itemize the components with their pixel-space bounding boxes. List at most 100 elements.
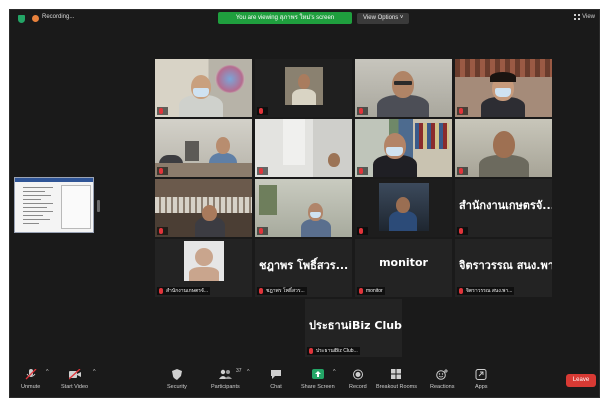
participant-name: จิตราวรรณ สนง.พา...	[457, 287, 515, 295]
mic-muted-icon	[459, 108, 463, 114]
participant-name: ชฎาพร โพธิ์สวร...	[257, 287, 307, 295]
mic-muted-icon	[259, 108, 263, 114]
participant-name	[157, 227, 168, 235]
security-shield-icon[interactable]	[18, 15, 25, 23]
mic-muted-icon	[359, 168, 363, 174]
start-video-button[interactable]: Start Video	[61, 368, 89, 390]
participant-tile[interactable]: สำนักงานเกษตรจั...	[155, 239, 252, 297]
participant-tile[interactable]: monitor monitor	[355, 239, 452, 297]
shared-screen-thumbnail[interactable]	[14, 177, 94, 233]
participant-name-display: สำนักงานเกษตรจั...	[459, 199, 552, 212]
record-label: Record	[349, 384, 367, 390]
participant-tile[interactable]	[455, 59, 552, 117]
unmute-label: Unmute	[21, 384, 41, 390]
grid-icon	[574, 14, 581, 20]
participant-tile[interactable]: จิตราวรรณ สนง.พา... จิตราวรรณ สนง.พา...	[455, 239, 552, 297]
gallery-view-button[interactable]: View	[574, 14, 595, 20]
breakout-rooms-icon	[390, 369, 402, 380]
chat-button[interactable]: Chat	[270, 369, 282, 390]
participant-name	[257, 107, 268, 115]
chat-bubble-icon	[270, 369, 282, 380]
thumbnail-resize-handle[interactable]	[97, 200, 100, 212]
share-screen-label: Share Screen	[301, 384, 335, 390]
microphone-muted-icon	[25, 368, 37, 380]
security-label: Security	[167, 384, 187, 390]
participant-tile[interactable]	[255, 119, 352, 177]
participant-name: สำนักงานเกษตรจั...	[157, 287, 211, 295]
start-video-label: Start Video	[61, 384, 89, 390]
leave-button[interactable]: Leave	[566, 374, 596, 387]
mic-muted-icon	[159, 168, 163, 174]
participants-options-caret[interactable]: ^	[247, 369, 250, 375]
participant-tile[interactable]	[355, 119, 452, 177]
mic-muted-icon	[459, 228, 463, 234]
mic-muted-icon	[259, 228, 263, 234]
screen-share-banner: You are viewing สุภาพร ใหม่'s screen	[218, 12, 352, 24]
participant-name	[457, 107, 468, 115]
participant-name	[257, 227, 268, 235]
shield-icon	[171, 369, 183, 380]
participant-name	[257, 167, 268, 175]
gallery-view-label: View	[582, 14, 595, 20]
participant-name	[457, 227, 468, 235]
participant-name	[157, 107, 168, 115]
apps-label: Apps	[475, 384, 488, 390]
record-button[interactable]: Record	[349, 369, 367, 390]
video-options-caret[interactable]: ^	[93, 369, 96, 375]
view-options-button[interactable]: View Options ˅	[357, 13, 410, 24]
participant-name: monitor	[357, 287, 385, 295]
participant-tile[interactable]	[155, 59, 252, 117]
participant-tile[interactable]: ประธานiBiz Club... ประธานiBiz Club...	[305, 299, 402, 357]
participant-name-display: monitor	[379, 256, 428, 269]
security-button[interactable]: Security	[167, 369, 187, 390]
recording-indicator-icon	[32, 15, 39, 22]
breakout-rooms-button[interactable]: Breakout Rooms	[376, 369, 417, 390]
active-speaker-tile[interactable]	[455, 119, 552, 177]
unmute-button[interactable]: Unmute	[21, 368, 41, 390]
record-icon	[352, 369, 364, 380]
participants-count: 37	[236, 368, 242, 374]
mic-muted-icon	[159, 108, 163, 114]
audio-options-caret[interactable]: ^	[46, 369, 49, 375]
participant-tile[interactable]: ชฎาพร โพธิ์สวร... ชฎาพร โพธิ์สวร...	[255, 239, 352, 297]
mic-muted-icon	[259, 168, 263, 174]
smiley-plus-icon	[436, 369, 449, 380]
participant-tile[interactable]	[355, 59, 452, 117]
participant-name-display: ประธานiBiz Club...	[309, 319, 402, 332]
mic-muted-icon	[459, 168, 463, 174]
mic-muted-icon	[359, 288, 363, 294]
participant-name-display: จิตราวรรณ สนง.พา...	[459, 259, 552, 272]
mic-muted-icon	[459, 288, 463, 294]
mic-muted-icon	[259, 288, 263, 294]
participant-name	[357, 227, 368, 235]
zoom-meeting-window: Recording... You are viewing สุภาพร ใหม่…	[9, 9, 600, 398]
participants-label: Participants	[211, 384, 240, 390]
participant-name-display: ชฎาพร โพธิ์สวร...	[259, 259, 349, 272]
participant-name	[357, 107, 368, 115]
mic-muted-icon	[309, 348, 313, 354]
breakout-rooms-label: Breakout Rooms	[376, 384, 417, 390]
participant-tile[interactable]: สำนักงานเกษตรจั...	[455, 179, 552, 237]
apps-icon	[475, 369, 487, 380]
participant-name: ประธานiBiz Club...	[307, 347, 360, 355]
share-screen-button[interactable]: Share Screen	[301, 369, 335, 390]
mic-muted-icon	[359, 228, 363, 234]
participant-tile[interactable]	[255, 59, 352, 117]
participant-tile[interactable]	[355, 179, 452, 237]
participant-tile[interactable]	[155, 119, 252, 177]
reactions-button[interactable]: Reactions	[430, 369, 454, 390]
recording-label: Recording...	[42, 14, 75, 20]
participant-tile[interactable]	[155, 179, 252, 237]
participant-tile[interactable]	[255, 179, 352, 237]
mic-muted-icon	[159, 288, 163, 294]
participants-icon	[219, 369, 233, 380]
mic-muted-icon	[359, 108, 363, 114]
share-screen-icon	[311, 369, 324, 380]
meeting-controls-toolbar: Unmute ^ Start Video ^ Security Particip…	[10, 365, 599, 397]
participant-name	[357, 167, 368, 175]
mic-muted-icon	[159, 228, 163, 234]
meeting-top-bar: Recording... You are viewing สุภาพร ใหม่…	[10, 10, 599, 28]
participant-name	[457, 167, 468, 175]
apps-button[interactable]: Apps	[475, 369, 488, 390]
share-options-caret[interactable]: ^	[333, 369, 336, 375]
